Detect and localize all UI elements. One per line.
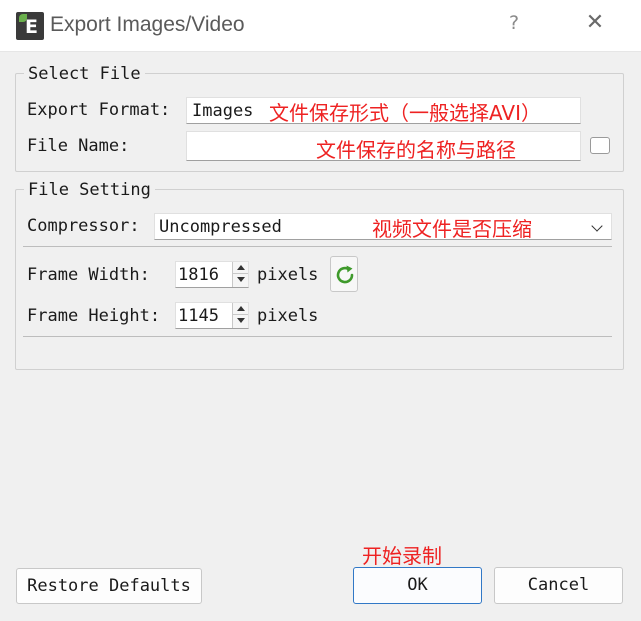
export-format-annotation: 文件保存形式（一般选择AVI） [269, 101, 541, 125]
compressor-label: Compressor: [27, 216, 140, 236]
restore-defaults-button[interactable]: Restore Defaults [16, 568, 202, 604]
title-bar: E Export Images/Video ? ✕ [0, 0, 641, 52]
frame-height-spin-buttons [232, 303, 248, 328]
chevron-down-icon [591, 220, 603, 232]
frame-height-label: Frame Height: [27, 306, 161, 326]
ok-button[interactable]: OK [353, 567, 482, 604]
compressor-value: Uncompressed [159, 217, 282, 237]
frame-width-label: Frame Width: [27, 265, 150, 285]
help-button[interactable]: ? [502, 12, 526, 40]
file-name-annotation: 文件保存的名称与路径 [316, 138, 516, 162]
separator-bottom [23, 336, 612, 337]
frame-width-decrement-icon[interactable] [233, 274, 248, 286]
ok-annotation: 开始录制 [362, 544, 442, 568]
frame-height-increment-icon[interactable] [233, 303, 248, 315]
frame-width-increment-icon[interactable] [233, 262, 248, 274]
file-setting-group-title: File Setting [24, 180, 155, 200]
frame-height-decrement-icon[interactable] [233, 315, 248, 327]
close-button[interactable]: ✕ [580, 10, 610, 40]
window-title: Export Images/Video [50, 13, 245, 36]
file-name-checkbox[interactable] [590, 137, 610, 154]
refresh-icon [336, 265, 354, 284]
frame-height-value: 1145 [178, 306, 219, 326]
app-icon-letter: E [25, 16, 38, 38]
frame-width-spinbox[interactable]: 1816 [175, 261, 249, 288]
separator-top [23, 246, 612, 247]
frame-width-spin-buttons [232, 262, 248, 287]
frame-height-unit: pixels [257, 306, 319, 326]
frame-width-value: 1816 [178, 265, 219, 285]
file-name-label: File Name: [27, 136, 130, 156]
export-format-label: Export Format: [27, 100, 171, 120]
select-file-group-title: Select File [24, 64, 145, 84]
frame-width-unit: pixels [257, 265, 319, 285]
export-format-value: Images [192, 101, 254, 121]
frame-height-spinbox[interactable]: 1145 [175, 302, 249, 329]
cancel-button[interactable]: Cancel [494, 567, 623, 604]
refresh-button[interactable] [330, 256, 358, 292]
compressor-annotation: 视频文件是否压缩 [372, 217, 532, 241]
app-icon: E [16, 12, 44, 40]
